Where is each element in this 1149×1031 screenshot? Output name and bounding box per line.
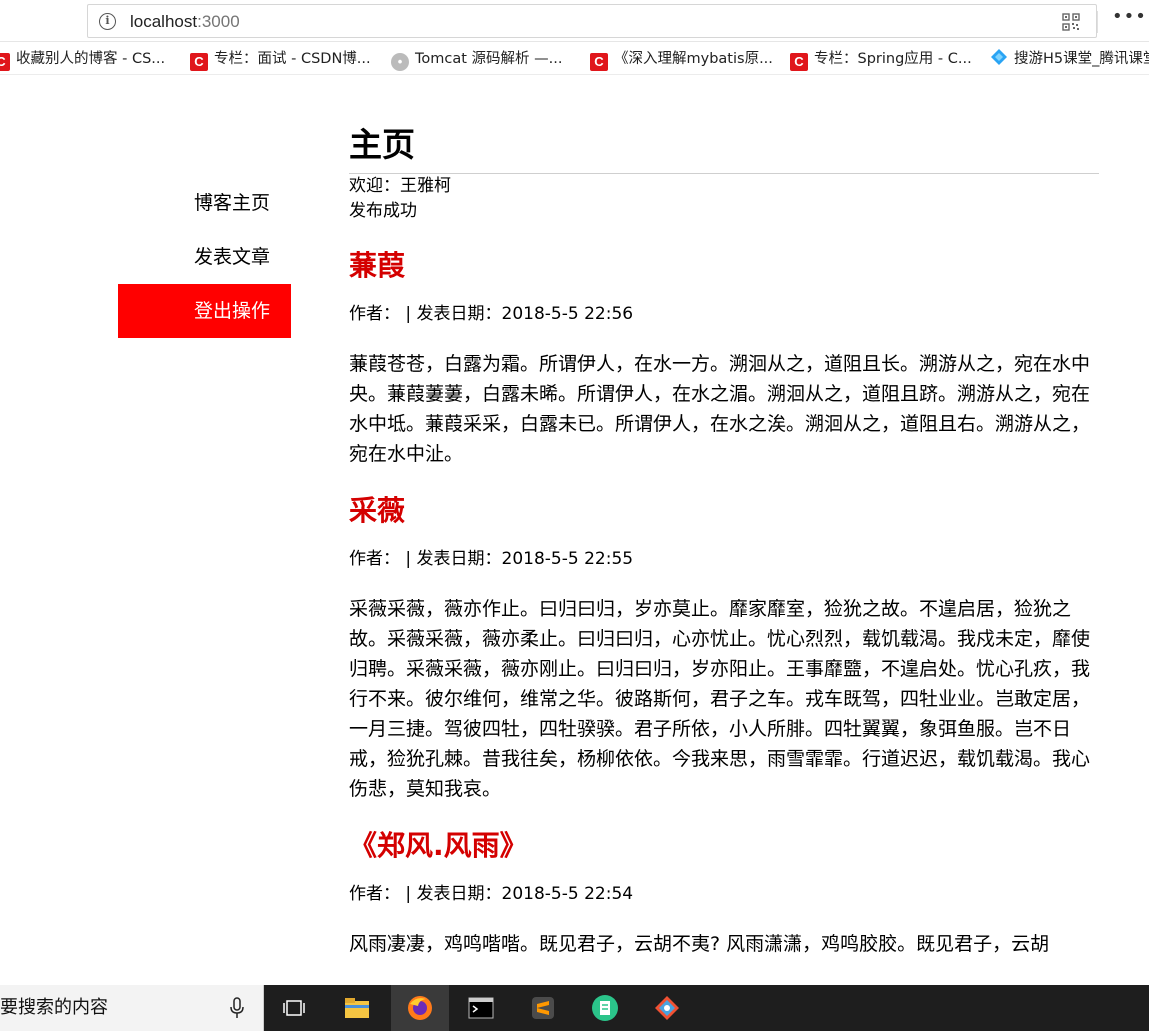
welcome-text: 欢迎：王雅柯	[349, 176, 451, 196]
microphone-icon[interactable]	[229, 997, 245, 1019]
url-field[interactable]: i localhost:3000	[87, 4, 1098, 38]
taskbar-search-placeholder: 要搜索的内容	[0, 997, 108, 1018]
status-message: 发布成功	[349, 201, 417, 221]
bookmark-5[interactable]: C 专栏：Spring应用 - C...	[790, 48, 972, 71]
article-title[interactable]: 《郑风.风雨》	[349, 826, 1099, 866]
article-content: 风雨凄凄，鸡鸣喈喈。既见君子，云胡不夷? 风雨潇潇，鸡鸣胶胶。既见君子，云胡	[349, 933, 1050, 955]
bookmark-4[interactable]: C 《深入理解mybatis原...	[590, 48, 773, 71]
article-title[interactable]: 采薇	[349, 491, 1099, 531]
article: 蒹葭 作者： | 发表日期：2018-5-5 22:56 蒹葭苍苍，白露为霜。所…	[349, 246, 1099, 469]
article: 《郑风.风雨》 作者： | 发表日期：2018-5-5 22:54 风雨凄凄，鸡…	[349, 826, 1099, 959]
tomcat-icon: •	[391, 53, 409, 71]
notes-app-icon[interactable]	[576, 985, 634, 1031]
taskbar: 要搜索的内容	[0, 985, 1149, 1031]
more-menu-icon[interactable]: •••	[1112, 6, 1147, 27]
file-explorer-icon[interactable]	[328, 985, 386, 1031]
qr-code-icon[interactable]	[1062, 13, 1080, 31]
nav-item-logout[interactable]: 登出操作	[118, 284, 291, 338]
bookmark-2[interactable]: C 专栏：面试 - CSDN博...	[190, 48, 371, 71]
url-text[interactable]: localhost:3000	[130, 11, 240, 33]
url-separator	[1097, 11, 1098, 33]
nav-item-publish-article[interactable]: 发表文章	[118, 230, 291, 284]
bookmarks-bar: C收藏别人的博客 - CS... C专栏：面试 - CSDN博... •Tomc…	[0, 42, 1149, 75]
taskbar-search-box[interactable]: 要搜索的内容	[0, 985, 264, 1031]
bookmark-3[interactable]: • Tomcat 源码解析 —...	[391, 48, 562, 71]
article-content: 采薇采薇，薇亦作止。曰归曰归，岁亦莫止。靡家靡室，猃狁之故。不遑启居，猃狁之故。…	[349, 598, 1091, 800]
main-content: 主页 欢迎：王雅柯 发布成功 蒹葭 作者： | 发表日期：2018-5-5 22…	[349, 122, 1099, 959]
sublime-text-icon[interactable]	[514, 985, 572, 1031]
article: 采薇 作者： | 发表日期：2018-5-5 22:55 采薇采薇，薇亦作止。曰…	[349, 491, 1099, 804]
csdn-icon: C	[790, 53, 808, 71]
article-content: 蒹葭苍苍，白露为霜。所谓伊人，在水一方。溯洄从之，道阻且长。溯游从之，宛在水中央…	[349, 353, 1091, 465]
tencent-class-icon	[990, 48, 1008, 66]
nav-item-blog-home[interactable]: 博客主页	[118, 176, 291, 230]
csdn-icon: C	[590, 53, 608, 71]
bookmark-6[interactable]: 搜游H5课堂_腾讯课堂	[990, 48, 1149, 70]
terminal-icon[interactable]	[452, 985, 510, 1031]
address-bar: i localhost:3000 •••	[0, 0, 1149, 42]
task-view-icon[interactable]	[266, 985, 324, 1031]
url-host: localhost	[130, 12, 198, 31]
article-title[interactable]: 蒹葭	[349, 246, 1099, 286]
git-gui-icon[interactable]	[638, 985, 696, 1031]
sidebar-nav: 博客主页 发表文章 登出操作	[118, 176, 291, 338]
csdn-icon: C	[190, 53, 208, 71]
url-port: :3000	[197, 12, 240, 31]
page-title: 主页	[349, 122, 1099, 174]
article-meta: 作者： | 发表日期：2018-5-5 22:54	[349, 884, 634, 904]
csdn-icon: C	[0, 53, 10, 71]
info-icon[interactable]: i	[99, 13, 116, 30]
browser-window: i localhost:3000 ••• C收藏别人的博客 - CS... C专…	[0, 0, 1149, 1031]
article-meta: 作者： | 发表日期：2018-5-5 22:56	[349, 304, 634, 324]
firefox-icon[interactable]	[391, 985, 449, 1031]
article-meta: 作者： | 发表日期：2018-5-5 22:55	[349, 549, 634, 569]
bookmark-1[interactable]: C收藏别人的博客 - CS...	[0, 48, 165, 71]
